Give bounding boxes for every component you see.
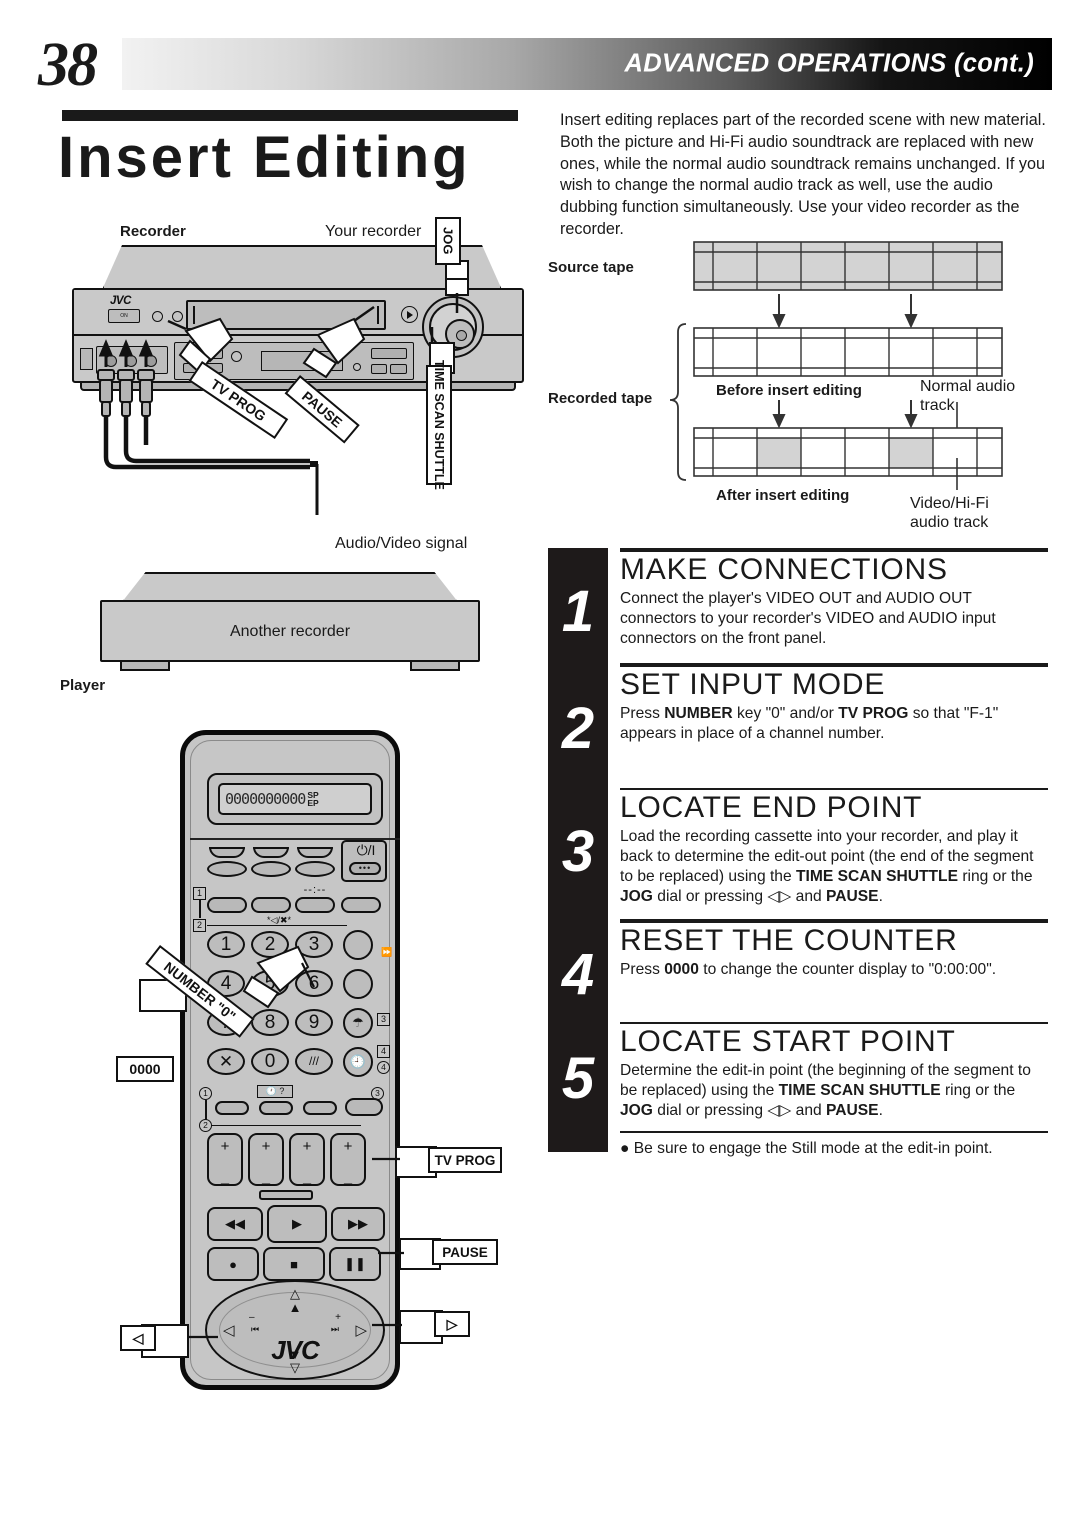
title-rule xyxy=(62,110,518,121)
step-3-body: Load the recording cassette into your re… xyxy=(620,827,1034,906)
step-1-heading: MAKE CONNECTIONS xyxy=(620,553,948,586)
play-icon xyxy=(401,306,418,323)
vcr-upper-face: JVC ON xyxy=(74,290,522,358)
step-number-5: 5 xyxy=(561,1046,595,1111)
cassette-slot-inner xyxy=(193,306,379,324)
callout-time-scan-shuttle: TIME SCAN SHUTTLE xyxy=(426,360,452,490)
cassette-slot[interactable] xyxy=(186,300,386,330)
note-block: ● Be sure to engage the Still mode at th… xyxy=(620,1131,1048,1159)
callout-right-arrow: ▷ xyxy=(434,1311,470,1337)
step-number-1: 1 xyxy=(561,579,595,644)
vcr-display-window xyxy=(261,351,343,371)
player-unit: Another recorder xyxy=(100,572,480,672)
vcr-minibutton-c[interactable] xyxy=(371,364,387,374)
label-recorder: Recorder xyxy=(120,223,186,240)
step-5-body: Determine the edit-in point (the beginni… xyxy=(620,1062,1031,1120)
jack-audio-r[interactable] xyxy=(145,355,157,367)
step-number-3: 3 xyxy=(561,819,595,884)
jog-dial[interactable] xyxy=(445,319,475,349)
jvc-logo-icon: JVC xyxy=(110,295,131,307)
player-top-panel xyxy=(122,572,458,602)
tape-diagram: Source tape Recorded tape Before insert … xyxy=(548,232,1048,540)
player-foot-left xyxy=(120,660,170,671)
vcr-side-button[interactable] xyxy=(80,348,93,370)
vcr-knob-1[interactable] xyxy=(152,311,163,322)
callout-counter-reset: 0000 xyxy=(116,1056,174,1082)
steps-section: 1 2 3 4 5 MAKE CONNECTIONS Connect the p… xyxy=(548,548,1048,1157)
step-number-4: 4 xyxy=(561,942,595,1007)
time-scan-shuttle-ring[interactable] xyxy=(422,296,484,358)
step-1-body: Connect the player's VIDEO OUT and AUDIO… xyxy=(620,589,996,648)
steps-content: MAKE CONNECTIONS Connect the player's VI… xyxy=(620,548,1048,1159)
label-av-signal: Audio/Video signal xyxy=(335,535,468,552)
av-input-jacks[interactable] xyxy=(96,346,168,374)
callout-remote-pause: PAUSE xyxy=(432,1239,498,1265)
vcr-unit: JVC ON xyxy=(72,245,524,391)
jack-video[interactable] xyxy=(105,355,117,367)
shuttle-ring-inner xyxy=(429,303,477,351)
recorder-diagram: Recorder Your recorder JVC ON JOG TIME S… xyxy=(60,215,540,694)
intro-paragraph: Insert editing replaces part of the reco… xyxy=(560,111,1046,238)
callout-jog: JOG xyxy=(435,217,461,265)
header-banner: ADVANCED OPERATIONS (cont.) xyxy=(122,38,1052,90)
jack-audio-l[interactable] xyxy=(125,355,137,367)
step-4-body: Press 0000 to change the counter display… xyxy=(620,961,997,979)
vcr-front-panel: JVC ON xyxy=(72,288,524,383)
vcr-power-button[interactable]: ON xyxy=(108,309,140,323)
callout-remote-tv-prog: TV PROG xyxy=(428,1147,502,1173)
step-4: RESET THE COUNTER Press 0000 to change t… xyxy=(620,919,1048,980)
step-2-body: Press NUMBER key "0" and/or TV PROG so t… xyxy=(620,704,999,743)
step-number-2: 2 xyxy=(561,696,595,761)
step-3-heading: LOCATE END POINT xyxy=(620,791,923,825)
page-number: 38 xyxy=(38,31,98,99)
tape-diagram-graphics xyxy=(669,241,1003,490)
label-your-recorder: Your recorder xyxy=(325,223,422,240)
vcr-knob-2[interactable] xyxy=(172,311,183,322)
jog-dial-center[interactable] xyxy=(456,330,467,341)
remote-control-diagram: 0000000000 SP EP ⏻/I ••• 1 --:-- 2 *◁/✖*… xyxy=(100,715,520,1435)
vcr-minibutton-d[interactable] xyxy=(390,364,407,374)
callout-left-arrow: ◁ xyxy=(120,1325,156,1351)
vcr-knob-4[interactable] xyxy=(353,363,361,371)
step-1: MAKE CONNECTIONS Connect the player's VI… xyxy=(620,548,1048,649)
step-5: LOCATE START POINT Determine the edit-in… xyxy=(620,1022,1048,1121)
step-2: SET INPUT MODE Press NUMBER key "0" and/… xyxy=(620,663,1048,744)
page-title: Insert Editing xyxy=(58,125,471,190)
step-5-heading: LOCATE START POINT xyxy=(620,1025,956,1059)
step-4-heading: RESET THE COUNTER xyxy=(620,924,958,958)
note-text: ● Be sure to engage the Still mode at th… xyxy=(620,1140,993,1157)
step-number-column: 1 2 3 4 5 xyxy=(548,548,608,1152)
vcr-minibutton-a[interactable] xyxy=(183,349,223,359)
vcr-rec-button[interactable] xyxy=(371,348,407,359)
vcr-knob-3[interactable] xyxy=(231,351,242,362)
label-player: Player xyxy=(60,677,106,694)
step-2-heading: SET INPUT MODE xyxy=(620,668,886,702)
step-3: LOCATE END POINT Load the recording cass… xyxy=(620,788,1048,907)
header-title: ADVANCED OPERATIONS (cont.) xyxy=(624,49,1034,78)
player-front-panel: Another recorder xyxy=(100,600,480,662)
player-foot-right xyxy=(410,660,460,671)
